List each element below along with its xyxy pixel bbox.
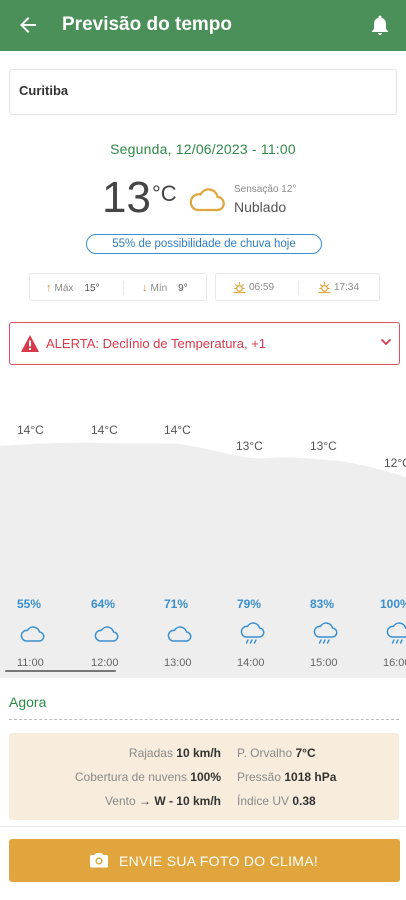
rain-cloud-icon [240, 622, 265, 644]
warning-icon [21, 335, 39, 352]
arrow-up-icon: ↑ [46, 282, 52, 294]
back-arrow-icon[interactable] [16, 13, 40, 37]
hour-temp: 14°C [164, 423, 191, 437]
hour-time: 14:00 [237, 657, 265, 669]
app-bar: Previsão do tempo [0, 0, 406, 51]
uv-index-row: Índice UV 0.38 [237, 794, 316, 808]
rain-cloud-icon [313, 622, 338, 644]
chevron-down-icon[interactable] [380, 337, 392, 347]
hour-rain-pct: 64% [91, 597, 116, 611]
horizontal-scrollbar[interactable] [5, 670, 116, 672]
hour-rain-pct: 71% [164, 597, 189, 611]
sun-times-card: 06:59 17:34 [215, 273, 380, 301]
now-section-title: Agora [9, 694, 47, 710]
cloud-icon [167, 626, 192, 642]
notification-bell-icon[interactable] [368, 13, 392, 37]
sunrise: 06:59 [233, 281, 274, 294]
city-search-box[interactable] [9, 69, 397, 115]
sunset-icon [318, 281, 331, 294]
hour-temp: 14°C [91, 423, 118, 437]
hour-temp: 14°C [17, 423, 44, 437]
arrow-down-icon: ↓ [142, 282, 148, 294]
hour-time: 15:00 [310, 657, 338, 669]
cloud-icon [94, 626, 119, 642]
wind-row: Vento → W - 10 km/h [104, 794, 221, 808]
feels-like: Sensação 12° [234, 184, 297, 195]
temperature-unit: °C [152, 181, 177, 206]
dashed-divider [9, 719, 399, 720]
min-temp: ↓ Mín 9° [142, 282, 188, 294]
section-divider [0, 826, 406, 827]
sunrise-icon [233, 281, 246, 294]
hour-temp: 12°C [384, 456, 406, 470]
city-input[interactable] [19, 83, 379, 98]
send-photo-button[interactable]: ENVIE SUA FOTO DO CLIMA! [9, 839, 400, 882]
hour-rain-pct: 100% [380, 597, 406, 611]
pressure-row: Pressão 1018 hPa [237, 770, 337, 784]
hour-temp: 13°C [236, 439, 263, 453]
current-datetime: Segunda, 12/06/2023 - 11:00 [110, 141, 296, 157]
current-details-card: Rajadas 10 km/h P. Orvalho 7°C Cobertura… [9, 733, 399, 820]
cloudy-icon [189, 188, 225, 212]
cloud-cover-row: Cobertura de nuvens 100% [74, 770, 221, 784]
hourly-forecast[interactable]: 14°C 14°C 14°C 13°C 13°C 12°C 55% 64% 71… [0, 400, 406, 678]
send-photo-label: ENVIE SUA FOTO DO CLIMA! [119, 853, 319, 869]
rain-chance-badge: 55% de possibilidade de chuva hoje [86, 234, 322, 254]
page-title: Previsão do tempo [62, 14, 232, 35]
gust-row: Rajadas 10 km/h [128, 746, 221, 760]
sunset: 17:34 [318, 281, 359, 294]
weather-condition: Nublado [234, 199, 287, 215]
hour-time: 11:00 [17, 657, 44, 669]
hour-rain-pct: 83% [310, 597, 335, 611]
cloud-icon [20, 626, 45, 642]
camera-icon [90, 853, 108, 868]
hour-time: 13:00 [164, 657, 192, 669]
max-temp: ↑ Máx 15° [46, 282, 100, 294]
temperature-alert[interactable]: ALERTA: Declínio de Temperatura, +1 [9, 322, 400, 365]
dew-point-row: P. Orvalho 7°C [237, 746, 316, 760]
hour-time: 12:00 [91, 657, 119, 669]
current-temperature: 13 [102, 173, 151, 222]
temperature-area [0, 442, 406, 678]
hour-rain-pct: 79% [237, 597, 262, 611]
hour-time: 16:00 [383, 657, 406, 669]
alert-text: ALERTA: Declínio de Temperatura, +1 [46, 336, 267, 351]
hour-temp: 13°C [310, 439, 337, 453]
hour-rain-pct: 55% [17, 597, 42, 611]
min-max-card: ↑ Máx 15° ↓ Mín 9° [29, 273, 207, 301]
rain-cloud-icon [386, 622, 406, 644]
